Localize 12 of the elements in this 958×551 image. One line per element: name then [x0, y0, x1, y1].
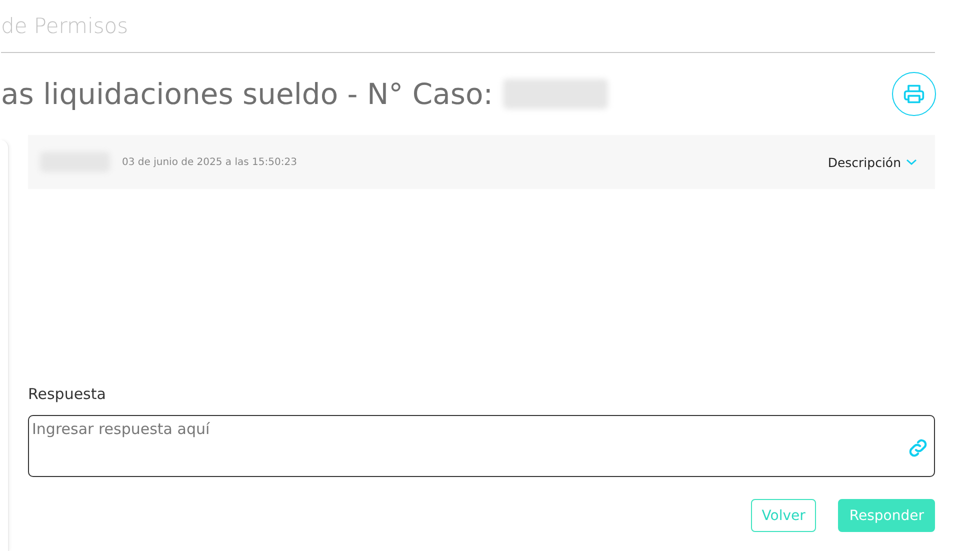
reply-field[interactable]: Ingresar respuesta aquí	[28, 415, 935, 477]
message-date: 03 de junio de 2025 a las 15:50:23	[122, 156, 297, 168]
breadcrumb: de Permisos	[1, 14, 128, 38]
reply-label: Respuesta	[28, 385, 107, 403]
print-button[interactable]	[892, 72, 936, 116]
printer-icon	[903, 83, 925, 105]
description-toggle[interactable]: Descripción	[828, 154, 917, 170]
page-title: as liquidaciones sueldo - N° Caso:	[1, 77, 494, 111]
chevron-icon	[906, 158, 917, 166]
reply-input[interactable]: Ingresar respuesta aquí	[32, 420, 906, 438]
back-button[interactable]: Volver	[750, 499, 816, 532]
submit-button[interactable]: Responder	[838, 499, 935, 532]
